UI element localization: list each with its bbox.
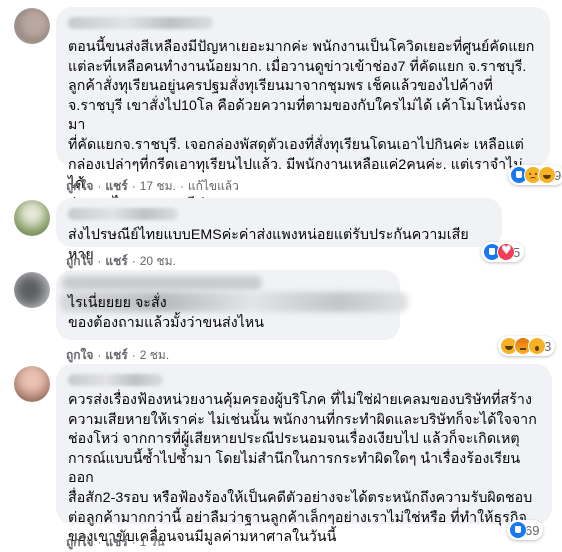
timestamp[interactable]: 1 วัน	[140, 535, 165, 549]
like-button[interactable]: ถูกใจ	[66, 535, 93, 549]
separator: ·	[97, 254, 102, 268]
love-reaction-icon	[497, 243, 515, 261]
haha-reaction-icon	[538, 166, 556, 184]
separator: ·	[131, 254, 136, 268]
separator: ·	[179, 179, 184, 193]
separator: ·	[97, 348, 102, 362]
comment-actions: ถูกใจ · แชร์ · 17 ชม. · แก้ไขแล้ว	[66, 177, 239, 196]
reaction-count: 69	[525, 522, 540, 538]
reaction-summary[interactable]: 9	[508, 165, 562, 185]
comment-bubble: ไรเนี่ยยยย จะสั่ง ของต้องถามแล้วมั้งว่าข…	[56, 270, 408, 340]
share-button[interactable]: แชร์	[105, 348, 127, 362]
avatar[interactable]	[14, 272, 50, 308]
comment-text: ไรเนี่ยยยย จะสั่ง ของต้องถามแล้วมั้งว่าข…	[68, 295, 265, 331]
commenter-name-redacted[interactable]	[68, 17, 213, 29]
timestamp[interactable]: 2 ชม.	[140, 348, 169, 362]
avatar[interactable]	[14, 8, 50, 44]
edited-label[interactable]: แก้ไขแล้ว	[188, 179, 239, 193]
comment-actions: ถูกใจ · แชร์ · 20 ชม.	[66, 252, 176, 271]
wow-reaction-icon	[528, 337, 546, 355]
like-button[interactable]: ถูกใจ	[66, 179, 93, 193]
like-reaction-icon	[509, 521, 527, 539]
timestamp[interactable]: 20 ชม.	[140, 254, 176, 268]
separator: ·	[97, 179, 102, 193]
share-button[interactable]: แชร์	[105, 179, 127, 193]
separator: ·	[131, 179, 136, 193]
commenter-name-redacted[interactable]	[68, 374, 163, 386]
separator: ·	[131, 535, 136, 549]
avatar[interactable]	[14, 200, 50, 236]
separator: ·	[131, 348, 136, 362]
comment-bubble: ตอนนี้ขนส่งสีเหลืองมีปัญหาเยอะมากค่ะ พนั…	[56, 7, 550, 212]
avatar[interactable]	[14, 366, 50, 402]
redacted-content	[62, 276, 262, 290]
share-button[interactable]: แชร์	[105, 535, 127, 549]
reaction-summary[interactable]: 3	[498, 336, 556, 356]
comment-text: ควรส่งเรื่องฟ้องหน่วยงานคุ้มครองผู้บริโภ…	[68, 392, 537, 546]
reaction-summary[interactable]: 69	[507, 520, 544, 540]
commenter-name-redacted[interactable]	[68, 208, 178, 220]
comment-bubble: ควรส่งเรื่องฟ้องหน่วยงานคุ้มครองผู้บริโภ…	[56, 364, 552, 545]
like-button[interactable]: ถูกใจ	[66, 348, 93, 362]
share-button[interactable]: แชร์	[105, 254, 127, 268]
comment-actions: ถูกใจ · แชร์ · 1 วัน	[66, 533, 165, 552]
timestamp[interactable]: 17 ชม.	[140, 179, 176, 193]
like-button[interactable]: ถูกใจ	[66, 254, 93, 268]
reaction-summary[interactable]: 5	[481, 242, 525, 262]
separator: ·	[97, 535, 102, 549]
comment-actions: ถูกใจ · แชร์ · 2 ชม.	[66, 346, 169, 365]
comment-bubble: ส่งไปรษณีย์ไทยแบบEMSค่ะค่าส่งแพงหน่อยแต่…	[56, 198, 502, 263]
